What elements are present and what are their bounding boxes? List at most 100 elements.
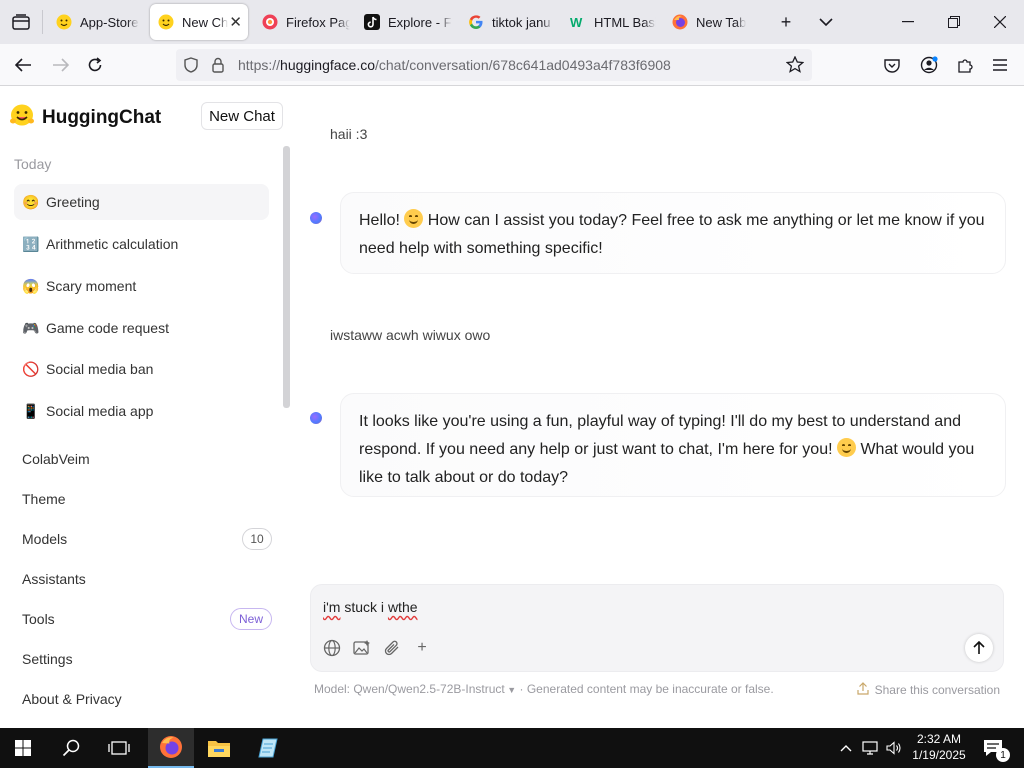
- task-view-icon[interactable]: [96, 728, 142, 768]
- minimize-window-icon[interactable]: [886, 0, 930, 44]
- reload-icon[interactable]: [80, 50, 110, 80]
- models-link[interactable]: Models 10: [22, 527, 272, 551]
- pocket-save-icon[interactable]: [877, 50, 907, 80]
- image-generation-icon[interactable]: [351, 637, 373, 659]
- share-conversation-link[interactable]: Share this conversation: [856, 682, 1000, 698]
- firefox-pocket-icon: [262, 14, 278, 30]
- misspelled-word: i'm: [323, 599, 341, 615]
- tab-app-store[interactable]: App-Store: [48, 4, 144, 40]
- about-label: About & Privacy: [22, 691, 122, 707]
- attach-paperclip-icon[interactable]: [381, 637, 403, 659]
- clock-date: 1/19/2025: [912, 748, 966, 762]
- list-all-tabs-chevron-icon[interactable]: [804, 0, 848, 44]
- ban-sign-icon: 🚫: [22, 360, 40, 377]
- tab-explore[interactable]: Explore - Fi: [356, 4, 452, 40]
- conversation-label: Greeting: [46, 194, 100, 210]
- dropdown-caret-icon[interactable]: ▼: [505, 685, 516, 695]
- tab-html-basics[interactable]: W HTML Basi: [562, 4, 658, 40]
- account-avatar-icon[interactable]: [914, 50, 944, 80]
- tab-overview-icon[interactable]: [0, 0, 42, 44]
- tab-label: Explore - Fi: [388, 14, 452, 30]
- tab-new-tab[interactable]: New Tab: [664, 4, 760, 40]
- tools-link[interactable]: Tools New: [22, 607, 272, 631]
- share-icon: [856, 682, 869, 698]
- conversation-label: Scary moment: [46, 278, 137, 294]
- models-count-badge: 10: [242, 528, 272, 550]
- conversation-item-arithmetic[interactable]: 🔢 Arithmetic calculation: [14, 226, 269, 262]
- tab-label: New Chat: [182, 14, 228, 30]
- maximize-window-icon[interactable]: [932, 0, 976, 44]
- taskbar-firefox-icon[interactable]: [148, 728, 194, 768]
- sidebar-scrollbar[interactable]: [283, 146, 290, 408]
- brand[interactable]: HuggingChat: [10, 104, 161, 131]
- theme-label: Theme: [22, 491, 66, 507]
- conversation-item-social-app[interactable]: 📱 Social media app: [14, 393, 269, 429]
- svg-text:W: W: [570, 15, 583, 30]
- bookmark-star-icon[interactable]: [785, 55, 805, 78]
- settings-link[interactable]: Settings: [22, 647, 272, 671]
- forward-arrow-icon[interactable]: [46, 50, 76, 80]
- hugging-face-logo-icon: [10, 104, 34, 131]
- about-privacy-link[interactable]: About & Privacy: [22, 687, 272, 711]
- model-selector[interactable]: Model: Qwen/Qwen2.5-72B-Instruct: [314, 682, 505, 696]
- address-bar[interactable]: https://huggingface.co/chat/conversation…: [176, 49, 812, 81]
- tracking-protection-shield-icon[interactable]: [184, 57, 198, 78]
- file-explorer-folder-icon[interactable]: [196, 728, 242, 768]
- volume-speaker-icon[interactable]: [882, 728, 906, 768]
- theme-toggle[interactable]: Theme: [22, 487, 272, 511]
- conversation-label: Social media app: [46, 403, 154, 419]
- tab-firefox-page[interactable]: Firefox Page: [254, 4, 350, 40]
- screaming-face-icon: 😱: [22, 277, 40, 294]
- user-account-link[interactable]: ColabVeim: [22, 447, 272, 471]
- network-icon[interactable]: [858, 728, 882, 768]
- conversation-item-greeting[interactable]: 😊 Greeting: [14, 184, 269, 220]
- windows-start-icon[interactable]: [0, 728, 46, 768]
- tab-new-chat[interactable]: New Chat ✕: [150, 4, 248, 40]
- notepad-app-icon[interactable]: [246, 728, 292, 768]
- url-text: https://huggingface.co/chat/conversation…: [238, 57, 671, 73]
- conversation-label: Social media ban: [46, 361, 154, 377]
- url-scheme: https://: [238, 57, 281, 73]
- share-label: Share this conversation: [874, 683, 1000, 697]
- close-window-icon[interactable]: [978, 0, 1022, 44]
- system-clock[interactable]: 2:32 AM 1/19/2025: [908, 731, 970, 763]
- web-search-globe-icon[interactable]: [321, 637, 343, 659]
- smiling-face-emoji-icon: [404, 209, 424, 228]
- conversation-item-social-ban[interactable]: 🚫 Social media ban: [14, 351, 269, 387]
- show-hidden-icons-chevron-icon[interactable]: [834, 728, 858, 768]
- browser-tab-strip: App-Store New Chat ✕ Firefox Page Explor…: [0, 0, 1024, 44]
- send-arrow-icon[interactable]: [965, 634, 993, 662]
- url-host: huggingface.co: [280, 57, 375, 73]
- assistant-message: It looks like you're using a fun, playfu…: [340, 393, 1006, 497]
- input-numbers-icon: 🔢: [22, 235, 40, 252]
- search-icon[interactable]: [48, 728, 94, 768]
- message-text: How can I assist you today? Feel free to…: [359, 212, 985, 257]
- smiling-face-emoji-icon: [837, 438, 856, 457]
- extensions-puzzle-icon[interactable]: [950, 50, 980, 80]
- settings-label: Settings: [22, 651, 73, 667]
- conversation-item-game-code[interactable]: 🎮 Game code request: [14, 310, 269, 346]
- google-icon: [468, 14, 484, 30]
- message-input[interactable]: i'm stuck i wthe: [323, 599, 418, 615]
- tab-label: New Tab: [696, 14, 747, 30]
- emoji-hugging-face-icon: [56, 14, 72, 30]
- new-tab-plus-icon[interactable]: +: [764, 0, 808, 44]
- user-message: iwstaww acwh wiwux owo: [330, 327, 491, 343]
- tab-label: Firefox Page: [286, 14, 350, 30]
- back-arrow-icon[interactable]: [8, 50, 38, 80]
- tab-tiktok-search[interactable]: tiktok janu: [460, 4, 556, 40]
- more-tools-plus-icon[interactable]: +: [411, 637, 433, 659]
- hamburger-menu-icon[interactable]: [985, 50, 1015, 80]
- composer-word: i: [380, 599, 385, 615]
- message-composer[interactable]: i'm stuck i wthe +: [310, 584, 1004, 672]
- message-text: Hello!: [359, 212, 405, 229]
- conversation-label: Game code request: [46, 320, 169, 336]
- tab-label: App-Store: [80, 14, 139, 30]
- windows-taskbar: 2:32 AM 1/19/2025 1: [0, 728, 1024, 768]
- new-chat-button[interactable]: New Chat: [201, 102, 283, 130]
- notification-center-icon[interactable]: 1: [982, 728, 1010, 768]
- close-tab-icon[interactable]: ✕: [229, 13, 242, 31]
- conversation-item-scary[interactable]: 😱 Scary moment: [14, 268, 269, 304]
- padlock-icon[interactable]: [212, 57, 224, 78]
- assistants-link[interactable]: Assistants: [22, 567, 272, 591]
